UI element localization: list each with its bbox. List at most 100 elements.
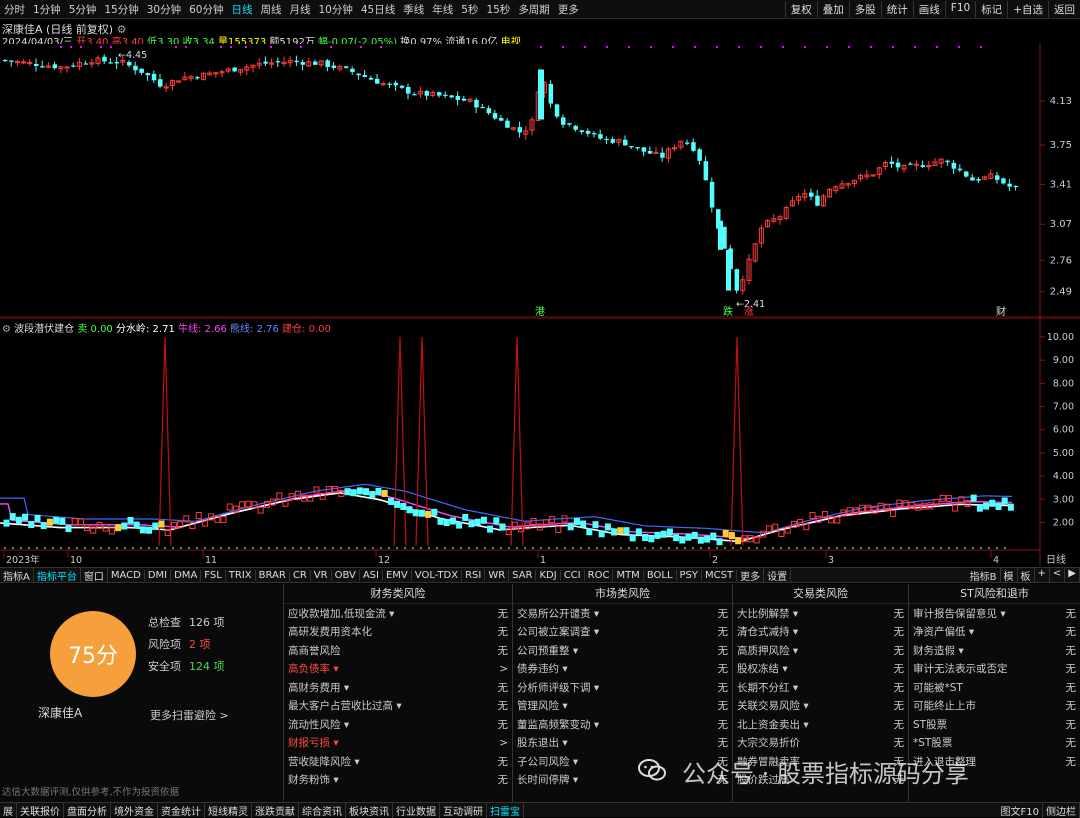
risk-item[interactable]: 净资产偏低 ▾ 无 <box>909 623 1080 642</box>
risk-item[interactable]: 北上资金卖出 ▾ 无 <box>733 715 908 734</box>
bottom-tab-11[interactable]: 扫雷宝 <box>487 802 524 818</box>
period-tab-14[interactable]: 15秒 <box>482 2 514 17</box>
bottom-tab-10[interactable]: 互动调研 <box>440 802 487 818</box>
risk-item[interactable]: 公司预重整 ▾ 无 <box>513 641 732 660</box>
tab-right-button-4[interactable]: < <box>1050 567 1066 583</box>
tab-right-button-5[interactable]: ▶ <box>1065 567 1080 583</box>
indicator-tab-10[interactable]: VR <box>311 569 332 581</box>
risk-item[interactable]: 财务造假 ▾ 无 <box>909 641 1080 660</box>
bottom-right-button-1[interactable]: 侧边栏 <box>1043 802 1080 818</box>
risk-item[interactable]: 交易所公开谴责 ▾ 无 <box>513 604 732 623</box>
risk-item[interactable]: 清仓式减持 ▾ 无 <box>733 623 908 642</box>
risk-item[interactable]: 大比例解禁 ▾ 无 <box>733 604 908 623</box>
indicator-tab-6[interactable]: FSL <box>201 569 226 581</box>
event-marker[interactable]: 港 <box>535 306 545 318</box>
indicator-tab-8[interactable]: BRAR <box>256 569 290 581</box>
risk-item[interactable]: 可能被*ST 无 <box>909 678 1080 697</box>
bottom-tab-3[interactable]: 境外资金 <box>111 802 158 818</box>
toolbar-button-2[interactable]: 多股 <box>848 1 881 18</box>
period-tab-8[interactable]: 月线 <box>286 2 315 17</box>
bottom-tab-8[interactable]: 板块资讯 <box>346 802 393 818</box>
bottom-tab-2[interactable]: 盘面分析 <box>64 802 111 818</box>
event-marker[interactable]: 跌 <box>723 305 733 318</box>
toolbar-button-6[interactable]: 标记 <box>975 1 1007 18</box>
indicator-tab-19[interactable]: CCI <box>561 569 585 581</box>
risk-item[interactable]: 股东退出 ▾ 无 <box>513 734 732 753</box>
period-tab-12[interactable]: 年线 <box>428 2 457 17</box>
period-tab-5[interactable]: 60分钟 <box>185 2 227 17</box>
indicator-tab-13[interactable]: EMV <box>383 569 412 581</box>
indicator-tab-11[interactable]: OBV <box>332 569 360 581</box>
risk-item[interactable]: 分析师评级下调 ▾ 无 <box>513 678 732 697</box>
risk-item[interactable]: 公司被立案调查 ▾ 无 <box>513 623 732 642</box>
bottom-tab-7[interactable]: 综合资讯 <box>299 802 346 818</box>
candlestick-chart[interactable]: 4.133.753.413.072.762.49←4.45←2.41港跌涨财 <box>0 44 1080 318</box>
event-marker[interactable]: 财 <box>996 305 1006 318</box>
period-tab-16[interactable]: 更多 <box>554 2 583 17</box>
risk-item[interactable]: 流动性风险 ▾ 无 <box>284 715 512 734</box>
risk-item[interactable]: 高财务费用 ▾ 无 <box>284 678 512 697</box>
indicator-tab-25[interactable]: 更多 <box>737 567 765 583</box>
indicator-tab-12[interactable]: ASI <box>360 569 383 581</box>
event-marker[interactable]: 涨 <box>744 306 754 318</box>
risk-item[interactable]: 债券违约 ▾ 无 <box>513 660 732 679</box>
bottom-tab-9[interactable]: 行业数据 <box>393 802 440 818</box>
risk-item[interactable]: 审计报告保留意见 ▾ 无 <box>909 604 1080 623</box>
risk-item[interactable]: 审计无法表示或否定 无 <box>909 660 1080 679</box>
bottom-right-button-0[interactable]: 图文F10 <box>998 802 1043 818</box>
toolbar-button-4[interactable]: 画线 <box>912 1 945 18</box>
indicator-tab-7[interactable]: TRIX <box>226 569 256 581</box>
indicator-tab-16[interactable]: WR <box>485 569 510 581</box>
indicator-tab-20[interactable]: ROC <box>585 569 614 581</box>
risk-item[interactable]: 高负债率 ▾ > <box>284 660 512 679</box>
gear-icon[interactable]: ⚙ <box>2 324 11 335</box>
indicator-tab-18[interactable]: KDJ <box>536 569 561 581</box>
toolbar-button-3[interactable]: 统计 <box>880 1 913 18</box>
bottom-tab-1[interactable]: 关联报价 <box>17 802 64 818</box>
indicator-tab-14[interactable]: VOL-TDX <box>412 569 463 581</box>
toolbar-button-8[interactable]: 返回 <box>1048 1 1080 18</box>
indicator-tab-3[interactable]: MACD <box>108 569 145 581</box>
period-tab-13[interactable]: 5秒 <box>457 2 482 17</box>
period-tab-11[interactable]: 季线 <box>399 2 428 17</box>
indicator-tab-4[interactable]: DMI <box>145 569 172 581</box>
risk-item[interactable]: *ST股票 无 <box>909 734 1080 753</box>
risk-item[interactable]: 董监高频繁变动 ▾ 无 <box>513 715 732 734</box>
toolbar-button-5[interactable]: F10 <box>944 1 975 18</box>
risk-item[interactable]: 最大客户占营收比过高 ▾ 无 <box>284 697 512 716</box>
period-tab-15[interactable]: 多周期 <box>514 2 554 17</box>
indicator-tab-23[interactable]: PSY <box>677 569 703 581</box>
bottom-tab-4[interactable]: 资金统计 <box>158 802 205 818</box>
indicator-tab-21[interactable]: MTM <box>613 569 644 581</box>
risk-item[interactable]: 股权冻结 ▾ 无 <box>733 660 908 679</box>
indicator-chart[interactable]: 10.009.008.007.006.005.004.003.002.00202… <box>0 318 1080 566</box>
risk-item[interactable]: 长期不分红 ▾ 无 <box>733 678 908 697</box>
risk-item[interactable]: 高研发费用资本化 无 <box>284 623 512 642</box>
period-tab-9[interactable]: 10分钟 <box>315 2 357 17</box>
period-tab-1[interactable]: 1分钟 <box>29 2 65 17</box>
indicator-tab-17[interactable]: SAR <box>509 569 537 581</box>
bottom-tab-6[interactable]: 涨跌贡献 <box>252 802 299 818</box>
indicator-tab-9[interactable]: CR <box>290 569 311 581</box>
risk-item[interactable]: ST股票 无 <box>909 715 1080 734</box>
period-tab-10[interactable]: 45日线 <box>357 2 399 17</box>
risk-item[interactable]: 大宗交易折价 无 <box>733 734 908 753</box>
indicator-tab-1[interactable]: 指标平台 <box>34 567 81 583</box>
risk-item[interactable]: 高质押风险 ▾ 无 <box>733 641 908 660</box>
period-tab-7[interactable]: 周线 <box>257 2 286 17</box>
period-tab-4[interactable]: 30分钟 <box>143 2 185 17</box>
more-scan-link[interactable]: 更多扫雷避险 > <box>150 707 229 723</box>
risk-item[interactable]: 关联交易风险 ▾ 无 <box>733 697 908 716</box>
risk-item[interactable]: 高商誉风险 无 <box>284 641 512 660</box>
period-tab-6[interactable]: 日线 <box>228 2 257 17</box>
period-tab-0[interactable]: 分时 <box>0 2 29 17</box>
risk-item[interactable]: 应收款增加,低现金流 ▾ 无 <box>284 604 512 623</box>
period-tab-3[interactable]: 15分钟 <box>100 2 142 17</box>
tab-right-button-0[interactable]: 指标B <box>967 567 1001 583</box>
toolbar-button-7[interactable]: +自选 <box>1007 1 1048 18</box>
bottom-tab-5[interactable]: 短线精灵 <box>205 802 252 818</box>
period-tab-2[interactable]: 5分钟 <box>65 2 101 17</box>
tab-right-button-3[interactable]: + <box>1035 567 1050 583</box>
toolbar-button-1[interactable]: 叠加 <box>816 1 849 18</box>
indicator-tab-2[interactable]: 窗口 <box>81 567 108 583</box>
